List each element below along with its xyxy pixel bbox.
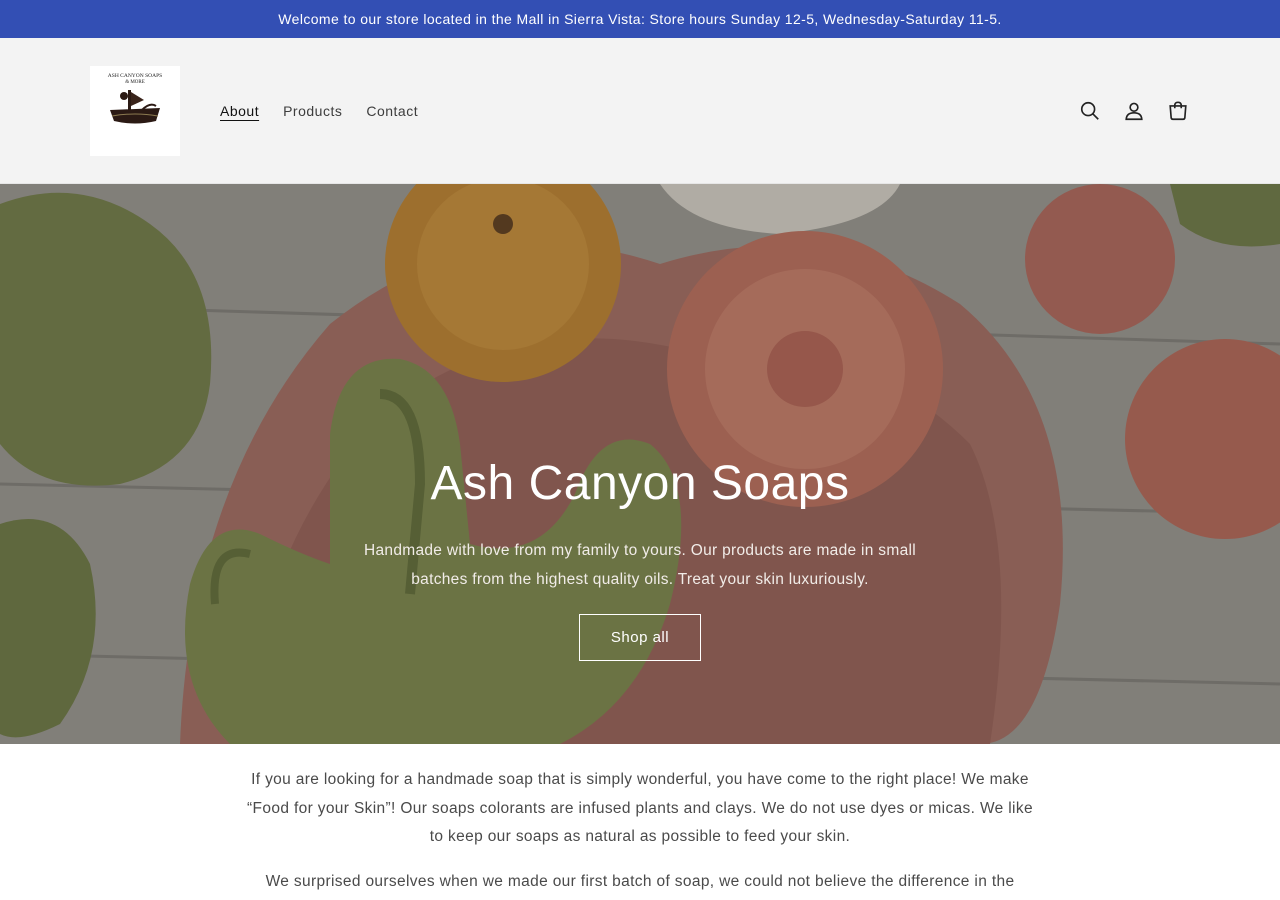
hero-title: Ash Canyon Soaps [430, 457, 850, 510]
announcement-bar: Welcome to our store located in the Mall… [0, 0, 1280, 38]
hero-banner: Ash Canyon Soaps Handmade with love from… [0, 184, 1280, 744]
nav-products[interactable]: Products [271, 101, 354, 121]
intro-section: If you are looking for a handmade soap t… [0, 744, 1280, 900]
header-icons [1078, 99, 1190, 123]
hero-description: Handmade with love from my family to you… [364, 542, 916, 588]
nav-contact[interactable]: Contact [354, 101, 430, 121]
announcement-text: Welcome to our store located in the Mall… [278, 11, 1002, 27]
logo-text-line2: & MORE [125, 80, 145, 85]
intro-paragraph-2: We surprised ourselves when we made our … [265, 872, 1015, 890]
logo-text-line1: ASH CANYON SOAPS [108, 73, 162, 79]
intro-paragraph-1: If you are looking for a handmade soap t… [247, 771, 1033, 845]
search-icon[interactable] [1078, 99, 1102, 123]
store-logo[interactable]: ASH CANYON SOAPS & MORE [90, 65, 180, 156]
cart-icon[interactable] [1166, 99, 1190, 123]
account-icon[interactable] [1122, 99, 1146, 123]
main-nav: About Products Contact [208, 101, 430, 121]
shop-all-button[interactable]: Shop all [579, 614, 701, 661]
logo-image: ASH CANYON SOAPS & MORE [90, 65, 180, 156]
hero-content: Ash Canyon Soaps Handmade with love from… [0, 454, 1280, 661]
nav-about[interactable]: About [208, 101, 271, 121]
site-header: ASH CANYON SOAPS & MORE About Products C… [0, 38, 1280, 184]
